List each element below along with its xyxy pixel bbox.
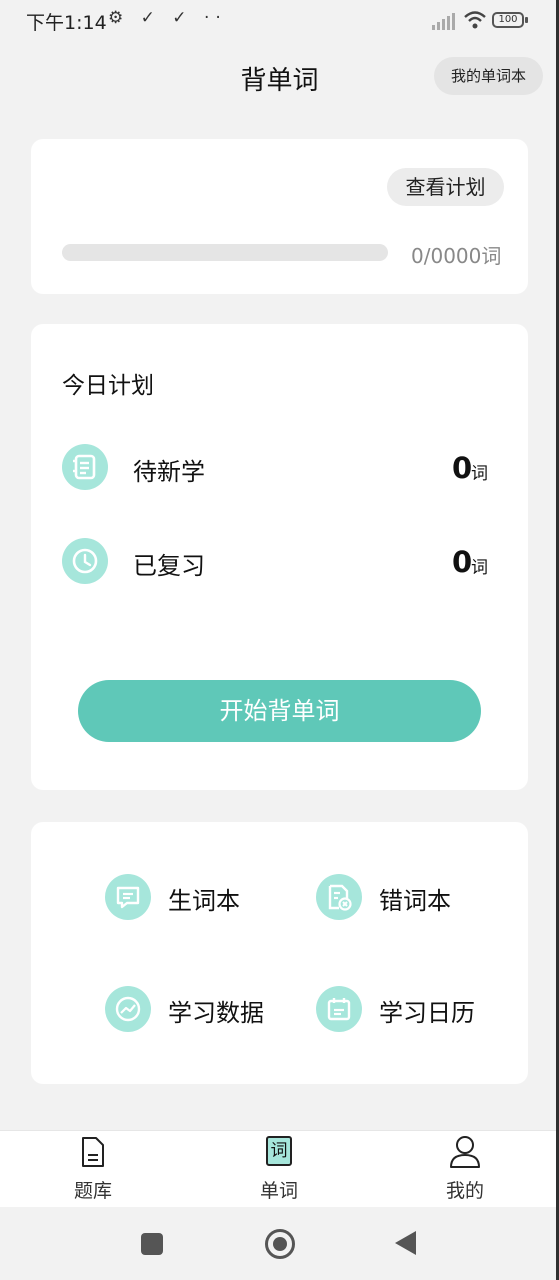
tab-words[interactable]: 词 单词 [239,1134,319,1204]
today-plan-title: 今日计划 [62,373,154,399]
tool-label: 学习日历 [379,999,475,1027]
reviewed-label: 已复习 [133,552,205,580]
tab-label: 题库 [73,1180,112,1202]
document-icon [82,1137,104,1167]
tool-label: 错词本 [379,887,451,915]
tab-label: 单词 [259,1180,298,1202]
user-icon [450,1136,480,1168]
my-wordbook-button[interactable]: 我的单词本 [434,57,543,95]
message-icon [105,874,151,920]
signal-icon [432,13,455,30]
status-time: 下午1:14 [26,12,107,34]
status-bar: 下午1:14 ⚙ ✓ ✓ ·· 100 [0,0,559,44]
tool-label: 生词本 [168,887,240,915]
new-words-count: 0 [452,451,473,485]
new-words-label: 待新学 [133,458,205,486]
battery-icon: 100 [492,12,524,28]
tab-mine[interactable]: 我的 [425,1134,505,1204]
progress-text: 0/0000词 [411,244,502,268]
home-button-dot [273,1237,287,1251]
new-words-unit: 词 [471,464,488,484]
chart-icon [105,986,151,1032]
reviewed-count: 0 [452,545,473,579]
tab-label: 我的 [445,1180,484,1202]
reviewed-unit: 词 [471,558,488,578]
tool-study-data[interactable]: 学习数据 [105,984,295,1034]
tab-question-bank[interactable]: 题库 [53,1134,133,1204]
calendar-icon [316,986,362,1032]
tool-study-calendar[interactable]: 学习日历 [316,984,506,1034]
status-notification-icons: ⚙ ✓ ✓ ·· [108,8,227,28]
tools-card [31,822,528,1084]
battery-tip [525,17,528,23]
start-memorize-button[interactable]: 开始背单词 [78,680,481,742]
view-plan-button[interactable]: 查看计划 [387,168,504,206]
wifi-icon [464,11,486,29]
notebook-icon [62,444,108,490]
tool-label: 学习数据 [168,999,264,1027]
word-icon: 词 [266,1136,292,1166]
progress-bar [62,244,388,261]
progress-card [31,139,528,294]
tool-new-words-book[interactable]: 生词本 [105,872,295,922]
error-doc-icon [316,874,362,920]
clock-icon [62,538,108,584]
recent-apps-button[interactable] [141,1233,163,1255]
back-button[interactable] [395,1231,416,1255]
tool-wrong-words-book[interactable]: 错词本 [316,872,506,922]
